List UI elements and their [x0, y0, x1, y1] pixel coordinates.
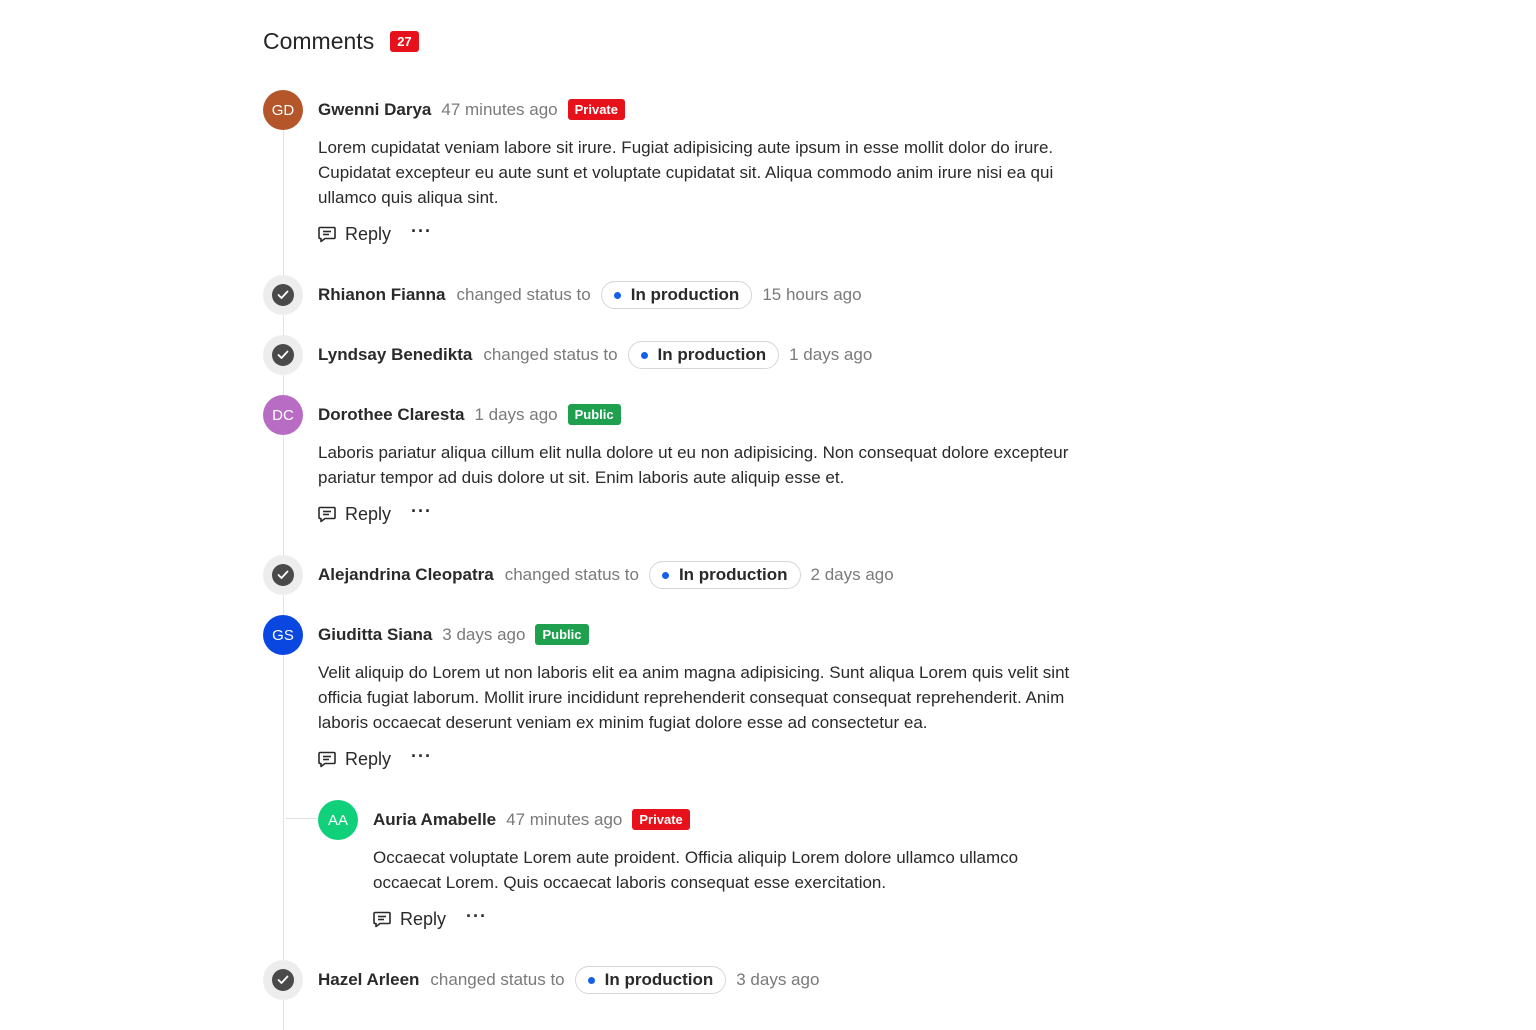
avatar-initials: DC: [272, 406, 294, 424]
status-change-author[interactable]: Rhianon Fianna: [318, 285, 446, 305]
status-pill[interactable]: In production: [574, 966, 727, 994]
comment-line: Lorem cupidatat veniam labore sit irure.…: [318, 138, 1054, 157]
checkmark-icon: [277, 975, 289, 984]
comment-line: Occaecat voluptate Lorem aute proident. …: [373, 848, 1019, 867]
comment-time: 47 minutes ago: [506, 809, 623, 829]
comment-author[interactable]: Dorothee Claresta: [318, 405, 464, 425]
avatar[interactable]: GD: [263, 90, 303, 130]
comment-author[interactable]: Giuditta Siana: [318, 625, 432, 645]
reply-thread-connector: [285, 818, 317, 819]
status-dot: [613, 291, 621, 299]
comment-line: laboris occaecat deserunt veniam ex mini…: [318, 713, 928, 732]
comments-header: Comments 27: [263, 28, 419, 55]
status-change-author[interactable]: Alejandrina Cleopatra: [318, 565, 494, 585]
comment-time: 1 days ago: [474, 404, 558, 424]
checkmark-icon: [277, 350, 289, 359]
more-options-button[interactable]: ···: [411, 222, 432, 244]
comment-body: Lorem cupidatat veniam labore sit irure.…: [318, 135, 1053, 210]
comment-time: 3 days ago: [442, 624, 526, 644]
more-options-button[interactable]: ···: [411, 747, 432, 769]
status-change-time: 3 days ago: [736, 970, 820, 989]
status-change-text: changed status to: [456, 285, 591, 304]
comment-icon: [318, 506, 336, 523]
status-change-text: changed status to: [483, 345, 618, 364]
avatar-initials: GS: [272, 626, 294, 644]
status-change-marker: [263, 335, 303, 375]
reply-button[interactable]: Reply: [318, 749, 391, 770]
status-change-text: changed status to: [430, 970, 565, 989]
reply-label: Reply: [400, 909, 447, 929]
reply-button[interactable]: Reply: [318, 224, 391, 245]
comment-line: pariatur tempor ad duis dolore ut sit. E…: [318, 468, 845, 487]
status-change-marker: [263, 275, 303, 315]
comment-icon: [318, 751, 336, 768]
status-label: In production: [657, 345, 767, 364]
status-change-author[interactable]: Lyndsay Benedikta: [318, 345, 472, 365]
avatar[interactable]: DC: [263, 395, 303, 435]
comment-icon: [318, 226, 336, 243]
status-dot: [661, 571, 669, 579]
reply-label: Reply: [345, 749, 392, 769]
comment-line: Cupidatat excepteur eu aute sunt et volu…: [318, 163, 1054, 182]
status-pill[interactable]: In production: [648, 561, 801, 589]
comment-icon: [373, 911, 391, 928]
status-dot: [587, 976, 595, 984]
status-label: In production: [630, 285, 740, 304]
reply-button[interactable]: Reply: [318, 504, 391, 525]
visibility-badge: Private: [632, 809, 690, 830]
visibility-badge: Public: [535, 624, 589, 645]
status-change-time: 2 days ago: [810, 565, 894, 584]
reply-label: Reply: [345, 504, 392, 524]
avatar-initials: GD: [271, 101, 295, 119]
comment-line: Velit aliquip do Lorem ut non laboris el…: [318, 663, 1070, 682]
avatar-initials: AA: [327, 811, 348, 829]
avatar[interactable]: GS: [263, 615, 303, 655]
status-change-text: changed status to: [504, 565, 639, 584]
comment-line: occaecat Lorem. Quis occaecat laboris co…: [373, 873, 887, 892]
status-change-marker: [263, 555, 303, 595]
page-title: Comments: [263, 28, 375, 54]
avatar[interactable]: AA: [318, 800, 358, 840]
status-label: In production: [604, 970, 714, 989]
visibility-badge: Private: [567, 99, 625, 120]
comment-time: 47 minutes ago: [441, 99, 558, 119]
status-pill[interactable]: In production: [627, 341, 780, 369]
checkmark-icon: [277, 570, 289, 579]
status-label: In production: [678, 565, 788, 584]
comment-body: Velit aliquip do Lorem ut non laboris el…: [318, 660, 1069, 735]
comment-body: Occaecat voluptate Lorem aute proident. …: [373, 845, 1018, 895]
status-dot: [640, 351, 648, 359]
status-pill[interactable]: In production: [600, 281, 753, 309]
comment-line: Laboris pariatur aliqua cillum elit null…: [318, 443, 1069, 462]
comment-author[interactable]: Gwenni Darya: [318, 100, 431, 120]
visibility-badge: Public: [567, 404, 621, 425]
status-change-author[interactable]: Hazel Arleen: [318, 970, 419, 990]
status-change-time: 1 days ago: [789, 345, 873, 364]
more-options-button[interactable]: ···: [466, 907, 487, 929]
reply-label: Reply: [345, 224, 392, 244]
comment-line: ullamco quis aliqua sint.: [318, 188, 499, 207]
comment-body: Laboris pariatur aliqua cillum elit null…: [318, 440, 1068, 490]
status-change-time: 15 hours ago: [762, 285, 862, 304]
status-change-marker: [263, 960, 303, 1000]
checkmark-icon: [277, 290, 289, 299]
comment-line: officia fugiat laborum. Mollit irure inc…: [318, 688, 1065, 707]
comment-count-badge: 27: [390, 31, 419, 52]
more-options-button[interactable]: ···: [411, 502, 432, 524]
comment-author[interactable]: Auria Amabelle: [373, 810, 496, 830]
reply-button[interactable]: Reply: [373, 909, 446, 930]
